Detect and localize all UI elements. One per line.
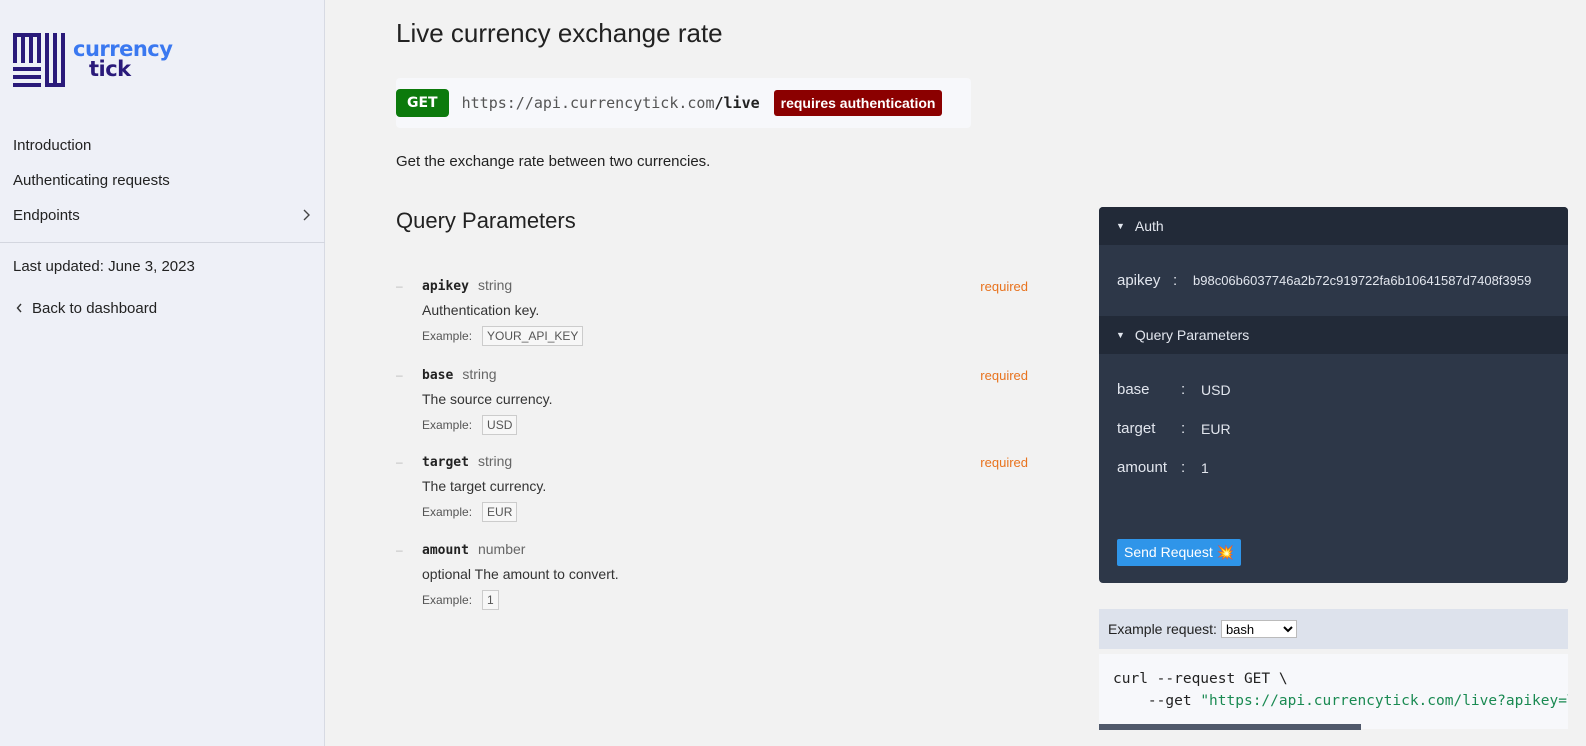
caret-down-icon: ▼ (1116, 330, 1125, 340)
last-updated: Last updated: June 3, 2023 (13, 258, 195, 275)
param-name: target (422, 455, 469, 470)
sidebar-divider (0, 242, 325, 243)
example-request-header: Example request: bash (1099, 609, 1568, 649)
bullet-dash: – (396, 543, 403, 557)
required-badge: required (980, 279, 1028, 294)
target-field-row: target : EUR (1117, 420, 1231, 437)
example-label: Example: (422, 505, 473, 519)
endpoint-url-base: https://api.currencytick.com (461, 94, 715, 112)
sidebar-nav: Introduction Authenticating requests End… (13, 128, 313, 233)
param-example: Example: USD (422, 415, 518, 435)
code-line-1: curl --request GET \ (1113, 671, 1288, 687)
param-example: Example: YOUR_API_KEY (422, 326, 584, 346)
back-link-label: Back to dashboard (32, 300, 158, 317)
param-type: number (477, 541, 526, 557)
example-value: USD (482, 415, 518, 435)
param-name: apikey (422, 279, 469, 294)
field-colon: : (1181, 459, 1186, 476)
sidebar: currency tick Introduction Authenticatin… (0, 0, 325, 746)
bullet-dash: – (396, 368, 403, 382)
base-field-row: base : USD (1117, 381, 1231, 398)
field-colon: : (1173, 272, 1178, 289)
param-description: The target currency. (422, 478, 547, 494)
sidebar-item-label: Authenticating requests (13, 172, 170, 189)
logo-word-2: tick (89, 57, 131, 81)
param-name: base (422, 368, 454, 383)
field-key: amount (1117, 459, 1168, 476)
field-key: apikey (1117, 272, 1161, 289)
chevron-left-icon (16, 301, 23, 316)
language-select[interactable]: bash (1220, 620, 1297, 638)
field-colon: : (1181, 381, 1186, 398)
sidebar-item-introduction[interactable]: Introduction (13, 128, 313, 163)
field-key: target (1117, 420, 1156, 437)
query-params-section-title: Query Parameters (1134, 327, 1250, 343)
code-line-2-prefix: --get (1113, 693, 1201, 709)
endpoint-bar: GET https://api.currencytick.com/live re… (396, 78, 971, 128)
query-params-section-header[interactable]: ▼ Query Parameters (1099, 316, 1568, 354)
example-label: Example: (422, 593, 473, 607)
try-it-panel: ▼ Auth apikey : b98c06b6037746a2b72c9197… (1099, 207, 1568, 583)
sidebar-item-label: Endpoints (13, 207, 80, 224)
logo-word-1: currency (73, 37, 173, 61)
amount-field-row: amount : 1 (1117, 459, 1209, 476)
caret-down-icon: ▼ (1116, 221, 1125, 231)
param-example: Example: EUR (422, 502, 518, 522)
field-key: base (1117, 381, 1150, 398)
example-code-block: curl --request GET \ --get "https://api.… (1099, 654, 1568, 729)
auth-apikey-row: apikey : b98c06b6037746a2b72c919722fa6b1… (1117, 272, 1531, 289)
send-request-button[interactable]: Send Request 💥 (1117, 539, 1242, 566)
example-value: YOUR_API_KEY (482, 326, 584, 346)
param-example: Example: 1 (422, 590, 499, 610)
required-badge: required (980, 368, 1028, 383)
code-horizontal-scrollbar[interactable] (1099, 724, 1361, 730)
required-badge: required (980, 455, 1028, 470)
base-input[interactable]: USD (1201, 382, 1231, 398)
query-parameters-heading: Query Parameters (396, 208, 576, 233)
method-badge: GET (396, 89, 449, 117)
auth-section-header[interactable]: ▼ Auth (1099, 207, 1568, 245)
logo[interactable]: currency tick (13, 33, 173, 89)
sidebar-item-endpoints[interactable]: Endpoints (13, 198, 313, 233)
endpoint-url: https://api.currencytick.com/live (462, 94, 760, 112)
example-value: EUR (482, 502, 518, 522)
param-name: amount (422, 543, 469, 558)
field-colon: : (1181, 420, 1186, 437)
bullet-dash: – (396, 455, 403, 469)
logo-text: currency tick (73, 33, 173, 81)
chevron-right-icon[interactable] (301, 208, 311, 224)
param-type: string (477, 453, 513, 469)
sidebar-item-label: Introduction (13, 137, 92, 154)
auth-required-badge: requires authentication (773, 90, 943, 116)
code-line-2-string: "https://api.currencytick.com/live?apike… (1200, 693, 1568, 709)
auth-section-title: Auth (1134, 218, 1164, 234)
param-type: string (477, 277, 513, 293)
logo-icon (13, 33, 65, 87)
example-value: 1 (482, 590, 499, 610)
example-label: Example: (422, 418, 473, 432)
example-request-label: Example request: (1108, 621, 1217, 637)
param-description: optional The amount to convert. (422, 566, 619, 582)
param-description: Authentication key. (422, 302, 540, 318)
example-label: Example: (422, 329, 473, 343)
target-input[interactable]: EUR (1201, 421, 1231, 437)
amount-input[interactable]: 1 (1201, 460, 1209, 476)
endpoint-url-path: /live (714, 94, 760, 112)
param-description: The source currency. (422, 391, 553, 407)
endpoint-description: Get the exchange rate between two curren… (396, 153, 711, 170)
page-title: Live currency exchange rate (396, 18, 723, 48)
param-type: string (462, 366, 497, 382)
bullet-dash: – (396, 279, 403, 293)
sidebar-item-authenticating-requests[interactable]: Authenticating requests (13, 163, 313, 198)
back-to-dashboard-link[interactable]: Back to dashboard (13, 300, 157, 317)
apikey-input[interactable]: b98c06b6037746a2b72c919722fa6b10641587d7… (1193, 273, 1531, 288)
